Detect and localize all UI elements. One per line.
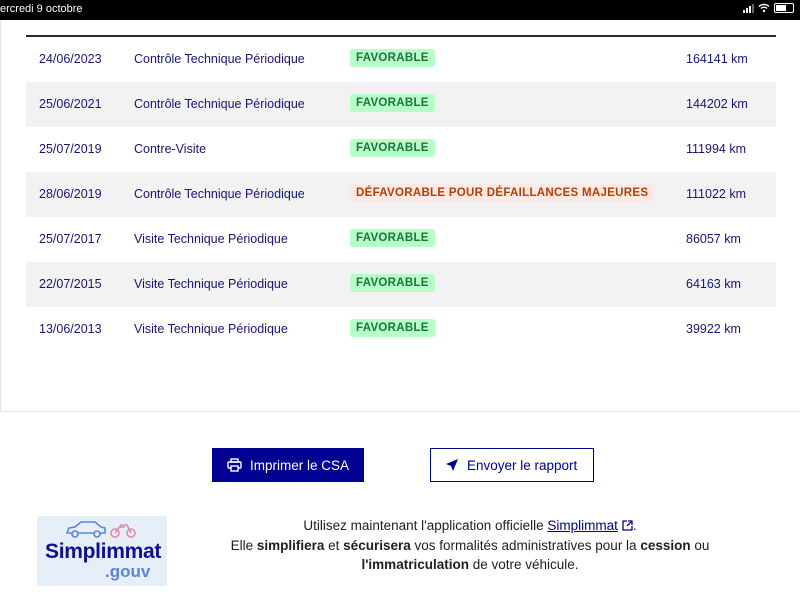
table-row: 22/07/2015 Visite Technique Périodique F… <box>26 262 776 307</box>
promo-line-3: l'immatriculation de votre véhicule. <box>361 557 579 572</box>
car-moto-icon <box>65 521 136 538</box>
mileage: 164141 km <box>686 52 748 66</box>
logo-suffix: .gouv <box>105 562 151 581</box>
mileage: 39922 km <box>686 322 741 336</box>
inspection-date: 13/06/2013 <box>39 322 102 336</box>
signal-icon <box>743 3 754 13</box>
inspection-date: 22/07/2015 <box>39 277 102 291</box>
result-badge: FAVORABLE <box>350 319 435 337</box>
inspection-type: Visite Technique Périodique <box>134 232 288 246</box>
inspection-type: Contrôle Technique Périodique <box>134 52 305 66</box>
inspection-type: Contrôle Technique Périodique <box>134 187 305 201</box>
result-badge: DÉFAVORABLE POUR DÉFAILLANCES MAJEURES <box>350 184 655 202</box>
send-report-label: Envoyer le rapport <box>467 457 578 473</box>
printer-icon <box>227 458 242 472</box>
inspection-date: 28/06/2019 <box>39 187 102 201</box>
promo-line-1: Utilisez maintenant l'application offici… <box>303 518 637 533</box>
table-row: 28/06/2019 Contrôle Technique Périodique… <box>26 172 776 217</box>
result-badge: FAVORABLE <box>350 274 435 292</box>
wifi-icon <box>758 3 770 13</box>
result-badge: FAVORABLE <box>350 139 435 157</box>
mileage: 111022 km <box>686 187 746 201</box>
inspection-date: 25/07/2017 <box>39 232 102 246</box>
print-csa-label: Imprimer le CSA <box>250 457 350 473</box>
status-icons <box>743 3 794 13</box>
simplimmat-link[interactable]: Simplimmat <box>547 518 633 533</box>
inspection-type: Contre-Visite <box>134 142 207 156</box>
result-badge: FAVORABLE <box>350 49 435 67</box>
send-report-button[interactable]: Envoyer le rapport <box>430 448 594 482</box>
result-badge: FAVORABLE <box>350 94 435 112</box>
inspection-date: 24/06/2023 <box>39 52 102 66</box>
table-row: 13/06/2013 Visite Technique Périodique F… <box>26 307 776 352</box>
promo-line-2: Elle simplifiera et sécurisera vos forma… <box>230 537 710 553</box>
simplimmat-promo: Utilisez maintenant l'application offici… <box>200 516 740 575</box>
table-row: 25/06/2021 Contrôle Technique Périodique… <box>26 82 776 127</box>
logo-name: Simplimmat <box>45 540 162 563</box>
inspection-date: 25/07/2019 <box>39 142 102 156</box>
simplimmat-logo: Simplimmat .gouv <box>37 516 167 586</box>
table-row: 25/07/2017 Visite Technique Périodique F… <box>26 217 776 262</box>
mileage: 111994 km <box>686 142 746 156</box>
mileage: 86057 km <box>686 232 741 246</box>
table-row: 24/06/2023 Contrôle Technique Périodique… <box>26 37 776 82</box>
status-bar: ercredi 9 octobre <box>0 0 800 20</box>
inspection-history-table: 24/06/2023 Contrôle Technique Périodique… <box>26 37 776 352</box>
table-row: 25/07/2019 Contre-Visite FAVORABLE 11199… <box>26 127 776 172</box>
print-csa-button[interactable]: Imprimer le CSA <box>212 448 364 482</box>
inspection-type: Contrôle Technique Périodique <box>134 97 305 111</box>
inspection-type: Visite Technique Périodique <box>134 277 288 291</box>
inspection-type: Visite Technique Périodique <box>134 322 288 336</box>
mileage: 64163 km <box>686 277 741 291</box>
send-icon <box>446 459 458 471</box>
inspection-history-card: 24/06/2023 Contrôle Technique Périodique… <box>0 20 800 412</box>
battery-icon <box>774 3 794 13</box>
mileage: 144202 km <box>686 97 748 111</box>
inspection-date: 25/06/2021 <box>39 97 102 111</box>
status-date: ercredi 9 octobre <box>0 3 83 15</box>
external-link-icon <box>622 520 633 531</box>
result-badge: FAVORABLE <box>350 229 435 247</box>
